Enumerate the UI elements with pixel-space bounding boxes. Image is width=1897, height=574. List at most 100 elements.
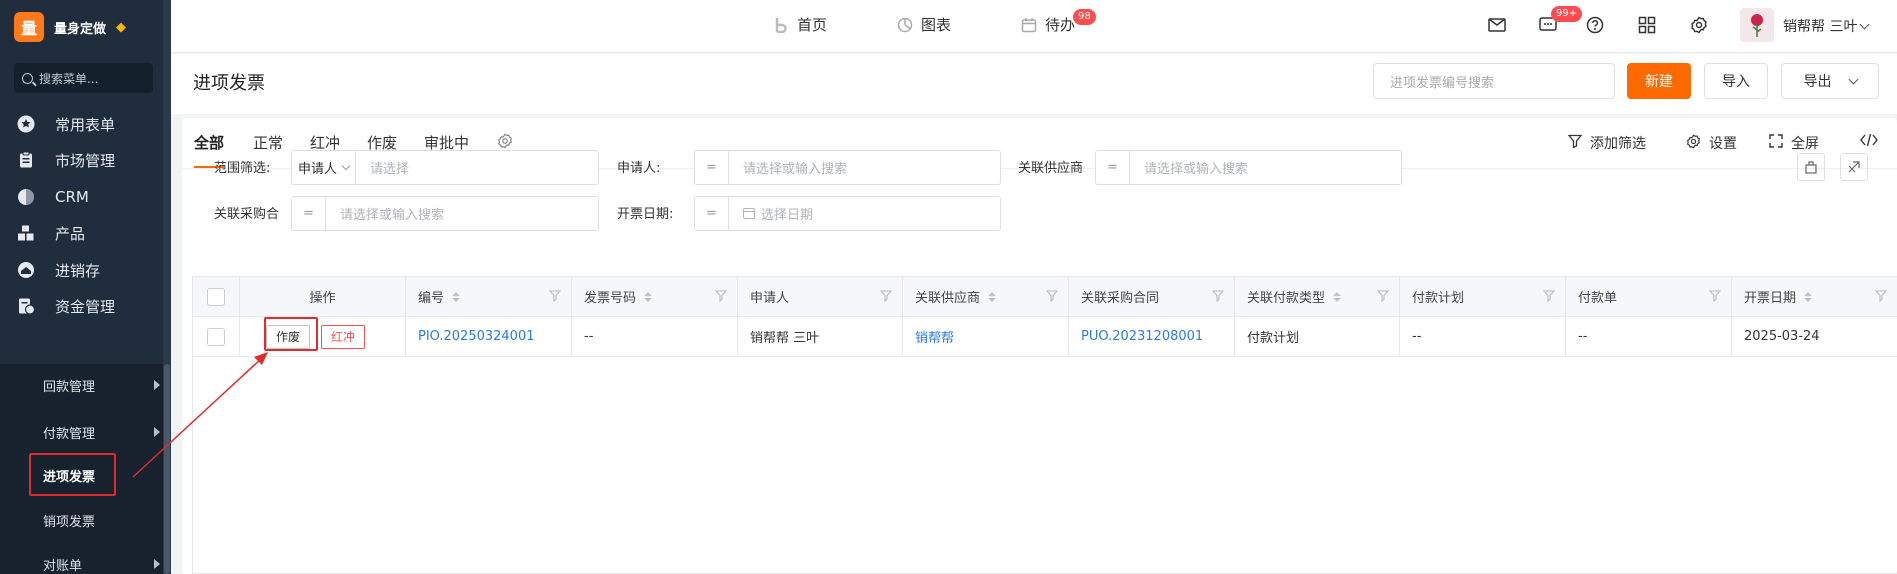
equals-operator-icon[interactable]: = — [1096, 151, 1130, 184]
column-filter-icon[interactable] — [1708, 290, 1723, 306]
nav-charts[interactable]: 图表 — [897, 14, 951, 35]
app-window: 量 量身定做 ◆ 搜索菜单... 常用表单 市场管理 CRM 产品 进销存 资金… — [0, 0, 1897, 574]
tab-all[interactable]: 全部 — [194, 132, 224, 153]
date-picker[interactable]: 选择日期 — [729, 204, 813, 223]
new-button[interactable]: 新建 — [1627, 63, 1691, 99]
search-icon — [22, 72, 33, 84]
column-filter-icon[interactable] — [548, 290, 563, 306]
menu-search-input[interactable]: 搜索菜单... — [14, 63, 153, 93]
column-filter-icon[interactable] — [1211, 290, 1226, 306]
column-header-contract[interactable]: 关联采购合同 — [1069, 277, 1235, 317]
mail-icon[interactable] — [1486, 14, 1508, 36]
invoice-number-search-input[interactable]: 进项发票编号搜索 — [1373, 63, 1615, 99]
sidebar-scrollbar[interactable] — [163, 0, 171, 574]
equals-operator-icon[interactable]: = — [695, 197, 729, 230]
scrollbar-thumb[interactable] — [164, 364, 170, 574]
column-filter-icon[interactable] — [1376, 290, 1391, 306]
page-title: 进项发票 — [193, 73, 265, 94]
invoice-table: 操作 编号 发票号码 申请人 关联供应商 关联采购合同 关联付款类型 付款计划 … — [192, 276, 1897, 574]
sort-icon[interactable] — [452, 291, 461, 302]
submenu-item-collection[interactable]: 回款管理 — [0, 370, 166, 400]
equals-operator-icon[interactable]: = — [695, 151, 729, 184]
cell-applicant: 销帮帮 三叶 — [738, 317, 903, 357]
column-filter-icon[interactable] — [1542, 290, 1557, 306]
calendar-icon — [743, 208, 755, 219]
nav-todo[interactable]: 待办 — [1021, 14, 1075, 35]
cell-payment-doc: -- — [1566, 317, 1732, 357]
fullscreen-button[interactable]: 全屏 — [1769, 133, 1819, 153]
contract-filter-field[interactable]: = 请选择或输入搜索 — [291, 196, 599, 231]
clipboard-icon — [16, 150, 36, 170]
column-label: 关联采购合同 — [1081, 291, 1160, 306]
filter-icon — [1567, 134, 1583, 152]
settings-label: 设置 — [1709, 136, 1737, 152]
cell-number-link[interactable]: PIO.20250324001 — [406, 317, 572, 357]
equals-operator-icon[interactable]: = — [292, 197, 326, 230]
scope-type-select[interactable]: 申请人 — [292, 151, 356, 184]
scope-placeholder: 请选择 — [370, 162, 410, 177]
avatar[interactable] — [1740, 8, 1774, 42]
submenu-item-statement[interactable]: 对账单 — [0, 549, 166, 574]
sort-icon[interactable] — [988, 291, 997, 302]
select-all-checkbox[interactable] — [207, 287, 225, 306]
add-filter-label: 添加筛选 — [1590, 136, 1646, 152]
help-icon[interactable] — [1584, 14, 1606, 36]
gear-icon[interactable] — [1688, 14, 1710, 36]
submenu-item-label: 销项发票 — [43, 514, 96, 530]
column-filter-icon[interactable] — [1045, 290, 1060, 306]
scope-filter-field[interactable]: 申请人 请选择 — [291, 150, 599, 185]
pie-icon — [16, 187, 36, 207]
chevron-down-icon — [1848, 74, 1858, 84]
submenu-item-payment[interactable]: 付款管理 — [0, 417, 166, 447]
cell-contract-link[interactable]: PUO.20231208001 — [1069, 317, 1235, 357]
column-header-payment-type[interactable]: 关联付款类型 — [1235, 277, 1400, 317]
column-header-invoice-no[interactable]: 发票号码 — [572, 277, 738, 317]
brand-logo: 量 — [14, 12, 44, 42]
column-header-number[interactable]: 编号 — [406, 277, 572, 317]
column-label: 付款单 — [1578, 291, 1618, 306]
cell-payment-plan: -- — [1400, 317, 1566, 357]
clear-filter-icon[interactable] — [1797, 153, 1825, 181]
todo-count-badge: 98 — [1073, 9, 1096, 25]
settings-button[interactable]: 设置 — [1686, 133, 1737, 153]
column-header-actions: 操作 — [240, 277, 406, 317]
submenu-item-label: 回款管理 — [43, 379, 96, 395]
collapse-filter-icon[interactable] — [1840, 153, 1868, 181]
diamond-icon: ◆ — [116, 19, 127, 35]
applicant-filter-field[interactable]: = 请选择或输入搜索 — [694, 150, 1001, 185]
code-icon[interactable] — [1860, 133, 1878, 147]
date-filter-field[interactable]: = 选择日期 — [694, 196, 1001, 231]
column-header-payment-plan[interactable]: 付款计划 — [1400, 277, 1566, 317]
column-filter-icon[interactable] — [714, 290, 729, 306]
row-checkbox[interactable] — [207, 327, 225, 346]
column-header-applicant[interactable]: 申请人 — [738, 277, 903, 317]
submenu-item-output-invoice[interactable]: 销项发票 — [0, 505, 166, 535]
column-header-supplier[interactable]: 关联供应商 — [903, 277, 1069, 317]
column-filter-icon[interactable] — [1874, 290, 1889, 306]
user-menu[interactable]: 销帮帮 三叶 — [1783, 16, 1870, 36]
column-label: 申请人 — [750, 291, 790, 306]
fullscreen-icon — [1769, 134, 1783, 152]
tab-normal[interactable]: 正常 — [253, 132, 283, 153]
sort-icon[interactable] — [1804, 291, 1813, 302]
column-label: 关联付款类型 — [1247, 291, 1326, 306]
red-offset-button[interactable]: 红冲 — [321, 324, 366, 349]
column-header-invoice-date[interactable]: 开票日期 — [1732, 277, 1897, 317]
brand[interactable]: 量 量身定做 ◆ — [14, 10, 126, 44]
column-header-payment-doc[interactable]: 付款单 — [1566, 277, 1732, 317]
contract-filter-label: 关联采购合 — [214, 207, 280, 222]
supplier-filter-field[interactable]: = 请选择或输入搜索 — [1095, 150, 1402, 185]
export-button[interactable]: 导出 — [1781, 63, 1879, 99]
import-button[interactable]: 导入 — [1704, 63, 1768, 99]
nav-home[interactable]: 首页 — [773, 14, 827, 35]
cell-supplier-link[interactable]: 销帮帮 — [903, 317, 1069, 357]
sidebar-item-funds[interactable]: 资金管理 — [0, 284, 166, 328]
money-doc-icon — [16, 296, 36, 316]
topbar: 首页 图表 待办 98 99+ 销帮帮 三叶 — [171, 0, 1897, 53]
apps-grid-icon[interactable] — [1636, 14, 1658, 36]
add-filter-button[interactable]: 添加筛选 — [1567, 133, 1646, 153]
column-filter-icon[interactable] — [879, 290, 894, 306]
sort-icon[interactable] — [1333, 291, 1342, 302]
cell-invoice-no: -- — [572, 317, 738, 357]
sort-icon[interactable] — [644, 291, 653, 302]
